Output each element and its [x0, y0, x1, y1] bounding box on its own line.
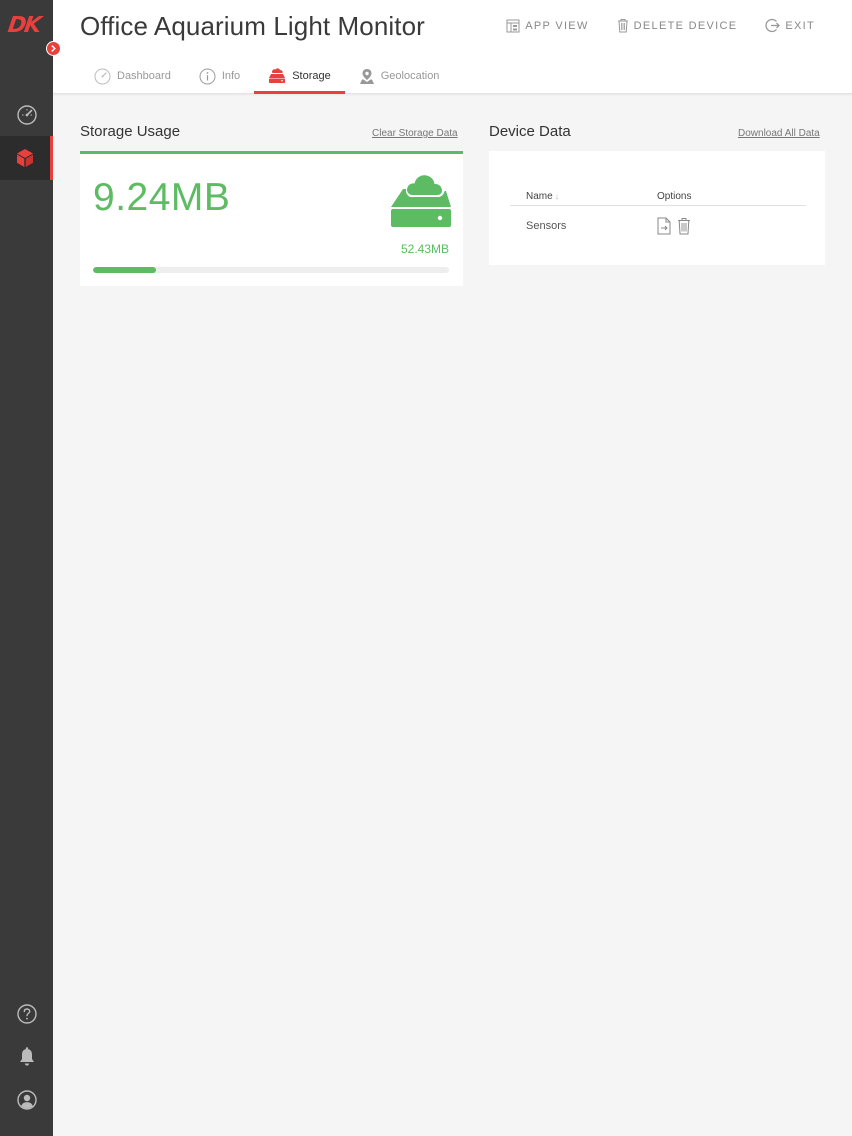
info-icon [199, 68, 216, 84]
page-title: Office Aquarium Light Monitor [80, 11, 425, 41]
storage-progress-fill [93, 267, 156, 273]
app-view-button[interactable]: APP VIEW [506, 18, 588, 33]
logo[interactable]: DK [6, 13, 46, 39]
user-icon [16, 1090, 37, 1110]
sidebar-expand-button[interactable] [46, 41, 61, 56]
device-data-table: Name ↓ Options Sensors [510, 191, 806, 246]
tab-geolocation-label: Geolocation [380, 70, 440, 82]
storage-usage-title: Storage Usage [80, 123, 181, 140]
page-header: Office Aquarium Light Monitor APP VIEW D… [53, 0, 852, 94]
gauge-icon [94, 68, 111, 84]
location-pin-icon [359, 68, 374, 84]
storage-usage-card: 9.24MB 52.43MB [80, 151, 463, 286]
delete-device-button[interactable]: DELETE DEVICE [617, 18, 738, 33]
delete-device-label: DELETE DEVICE [633, 19, 738, 32]
sort-arrow-icon: ↓ [554, 191, 560, 201]
exit-icon [765, 18, 781, 33]
exit-button[interactable]: EXIT [765, 18, 815, 33]
sidebar-item-help[interactable] [0, 992, 53, 1036]
export-file-icon[interactable] [657, 217, 671, 235]
sidebar-item-devices[interactable] [0, 136, 53, 180]
gauge-icon [16, 105, 37, 125]
device-data-title: Device Data [489, 123, 571, 140]
column-name-label: Name [526, 191, 553, 202]
tab-info-label: Info [221, 70, 241, 82]
tab-bar: Dashboard Info Storage Geolocation [80, 58, 453, 94]
help-icon [16, 1004, 37, 1024]
row-options [657, 217, 806, 235]
storage-progress-bar [93, 267, 449, 273]
sidebar-item-dashboard[interactable] [0, 93, 53, 137]
storage-used-value: 9.24MB [93, 176, 231, 219]
bell-icon [19, 1047, 34, 1066]
tab-geolocation[interactable]: Geolocation [345, 58, 454, 94]
app-view-label: APP VIEW [525, 19, 589, 32]
tab-info[interactable]: Info [185, 58, 254, 94]
clear-storage-link[interactable]: Clear Storage Data [372, 128, 458, 139]
app-view-icon [506, 19, 520, 32]
table-header: Name ↓ Options [510, 191, 806, 206]
trash-icon [617, 19, 628, 33]
cloud-storage-icon [391, 167, 451, 234]
header-actions: APP VIEW DELETE DEVICE EXIT [506, 18, 815, 33]
storage-icon [269, 68, 286, 83]
logo-text: DK [6, 13, 42, 38]
column-header-options: Options [657, 191, 692, 202]
tab-dashboard-label: Dashboard [117, 70, 171, 82]
sidebar-item-account[interactable] [0, 1078, 53, 1122]
tab-storage[interactable]: Storage [254, 58, 345, 94]
tab-storage-label: Storage [292, 70, 331, 82]
device-data-card: Name ↓ Options Sensors [489, 151, 825, 265]
exit-label: EXIT [785, 19, 815, 32]
column-header-name[interactable]: Name ↓ [510, 191, 657, 205]
delete-row-icon[interactable] [677, 217, 691, 235]
sidebar: DK [0, 0, 61, 1136]
download-all-data-link[interactable]: Download All Data [738, 128, 820, 139]
chevron-right-icon [51, 45, 56, 52]
cube-icon [17, 149, 33, 167]
row-name: Sensors [526, 220, 567, 232]
tab-dashboard[interactable]: Dashboard [80, 58, 185, 94]
storage-total-value: 52.43MB [400, 242, 449, 256]
table-row: Sensors [510, 206, 806, 246]
sidebar-item-notifications[interactable] [0, 1035, 53, 1079]
